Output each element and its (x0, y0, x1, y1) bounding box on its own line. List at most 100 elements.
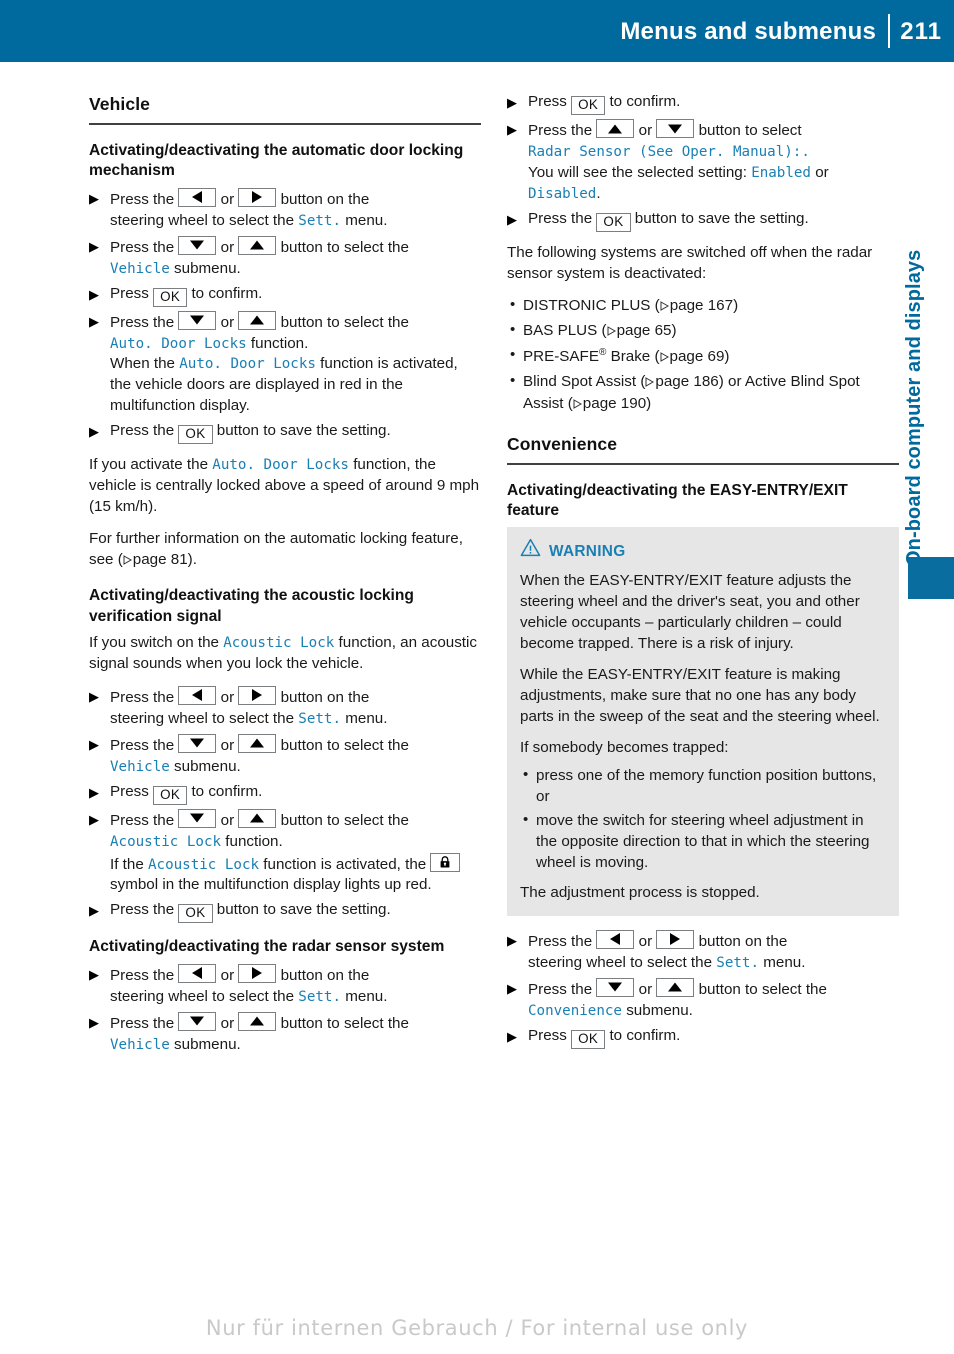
page-reference[interactable]: page 190 (583, 395, 646, 412)
arrow-left-button-icon[interactable] (596, 929, 635, 949)
step-text: menu. (345, 709, 388, 727)
internal-use-watermark: Nur für internen Gebrauch / For internal… (205, 1316, 749, 1340)
arrow-left-button-icon[interactable] (178, 187, 217, 207)
section-rule (507, 462, 899, 465)
ok-button-icon[interactable]: OK (178, 904, 213, 924)
page-reference-triangle-icon (607, 322, 616, 343)
page-reference[interactable]: page 69 (670, 348, 725, 365)
arrow-up-button-icon[interactable] (656, 977, 695, 997)
section-heading-convenience: Convenience (507, 433, 618, 454)
step-text: button to save the setting. (634, 209, 809, 227)
step-item: ▶ Press the OK button to save the settin… (89, 900, 481, 924)
step-marker-icon: ▶ (89, 238, 99, 254)
warning-paragraph: While the EASY-ENTRY/EXIT feature is mak… (520, 666, 880, 726)
step-text: . (596, 184, 601, 202)
step-text: Press the (110, 901, 175, 919)
arrow-up-button-icon[interactable] (238, 1011, 277, 1031)
arrow-down-button-icon[interactable] (178, 235, 217, 255)
page-reference[interactable]: page 65 (617, 322, 672, 339)
arrow-left-button-icon[interactable] (178, 963, 217, 983)
arrow-up-button-icon[interactable] (238, 235, 277, 255)
step-text: Press the (110, 313, 175, 331)
subheading-radar-sensor: Activating/deactivating the radar sensor… (89, 938, 445, 956)
warning-paragraph: When the EASY-ENTRY/EXIT feature adjusts… (520, 572, 860, 653)
step-text: Press the (528, 209, 593, 227)
function-name: Auto. Door Locks (212, 457, 349, 474)
ok-button-icon[interactable]: OK (153, 287, 188, 307)
arrow-down-button-icon[interactable] (178, 310, 217, 330)
step-text: button to save the setting. (216, 901, 391, 919)
step-text: button to select the (280, 811, 409, 829)
page-reference[interactable]: page 167 (670, 297, 733, 314)
step-text: Press (110, 782, 149, 800)
ok-button-icon[interactable]: OK (153, 785, 188, 805)
step-text: If the (110, 855, 144, 873)
arrow-right-button-icon[interactable] (656, 929, 695, 949)
step-marker-icon: ▶ (89, 190, 99, 206)
step-marker-icon: ▶ (89, 903, 99, 919)
ok-button-icon[interactable]: OK (178, 425, 213, 445)
step-marker-icon: ▶ (507, 211, 517, 227)
subheading-acoustic-lock: Activating/deactivating the acoustic loc… (89, 587, 414, 625)
warning-header: WARNING (520, 538, 886, 564)
step-marker-icon: ▶ (89, 286, 99, 302)
step-text: Press the (110, 966, 175, 984)
arrow-up-button-icon[interactable] (238, 310, 277, 330)
step-text: submenu. (174, 1035, 241, 1053)
step-item: ▶ Press the or button to select Radar Se… (507, 119, 899, 205)
setting-value-disabled: Disabled (528, 185, 597, 202)
step-marker-icon: ▶ (89, 811, 99, 827)
bullet-dot-icon: • (510, 295, 516, 313)
step-item: ▶ Press the or button on the steering wh… (89, 963, 481, 1008)
step-marker-icon: ▶ (507, 980, 517, 996)
step-marker-icon: ▶ (507, 1028, 517, 1044)
ok-button-icon[interactable]: OK (596, 212, 631, 232)
function-name: Auto. Door Locks (110, 335, 247, 352)
step-text: submenu. (174, 757, 241, 775)
arrow-down-button-icon[interactable] (178, 733, 217, 753)
step-text: button to select the (280, 238, 409, 256)
page-reference[interactable]: page 186 (655, 373, 718, 390)
paragraph-text: If you switch on the (89, 633, 220, 651)
step-text: Press the (528, 980, 593, 998)
arrow-down-button-icon[interactable] (656, 119, 695, 138)
step-text: function. (225, 832, 283, 850)
step-text: or (815, 163, 829, 181)
step-text: Press the (110, 190, 175, 208)
step-item: ▶ Press OK to confirm. (89, 782, 481, 805)
arrow-up-button-icon[interactable] (238, 808, 277, 828)
ok-button-icon[interactable]: OK (571, 96, 606, 115)
list-item: • move the switch for steering wheel adju… (520, 811, 886, 874)
arrow-up-button-icon[interactable] (238, 733, 277, 753)
step-item: ▶ Press the or button to select the Auto… (89, 310, 481, 418)
right-column: ▶ Press OK to confirm. ▶ Press the or bu… (507, 92, 899, 1053)
step-text-or: or (638, 980, 653, 998)
step-text: submenu. (174, 259, 241, 277)
step-text: steering wheel to select the (110, 987, 295, 1005)
paragraph-text: ). (187, 551, 197, 569)
warning-paragraph: If somebody becomes trapped: (520, 739, 729, 757)
arrow-down-button-icon[interactable] (178, 1011, 217, 1031)
arrow-down-button-icon[interactable] (596, 977, 635, 997)
arrow-right-button-icon[interactable] (238, 963, 277, 983)
function-name: Acoustic Lock (223, 634, 335, 651)
arrow-right-button-icon[interactable] (238, 685, 277, 705)
step-item: ▶ Press the OK button to save the settin… (507, 209, 899, 232)
arrow-up-button-icon[interactable] (596, 119, 635, 138)
page-reference[interactable]: page 81 (133, 551, 188, 568)
menu-name: Vehicle (110, 758, 170, 775)
step-text: Press (528, 1026, 567, 1044)
step-text-or: or (220, 966, 235, 984)
ok-button-icon[interactable]: OK (571, 1029, 606, 1049)
step-text: submenu. (626, 1001, 693, 1019)
menu-name: Vehicle (110, 260, 170, 277)
list-text: ) (671, 321, 677, 339)
arrow-down-button-icon[interactable] (178, 808, 217, 828)
arrow-left-button-icon[interactable] (178, 685, 217, 705)
step-text: button to select (698, 122, 802, 139)
step-text-or: or (638, 932, 653, 950)
arrow-right-button-icon[interactable] (238, 187, 277, 207)
list-text: Brake ( (606, 347, 660, 365)
step-text: Press the (110, 238, 175, 256)
chapter-side-tab (908, 557, 954, 599)
